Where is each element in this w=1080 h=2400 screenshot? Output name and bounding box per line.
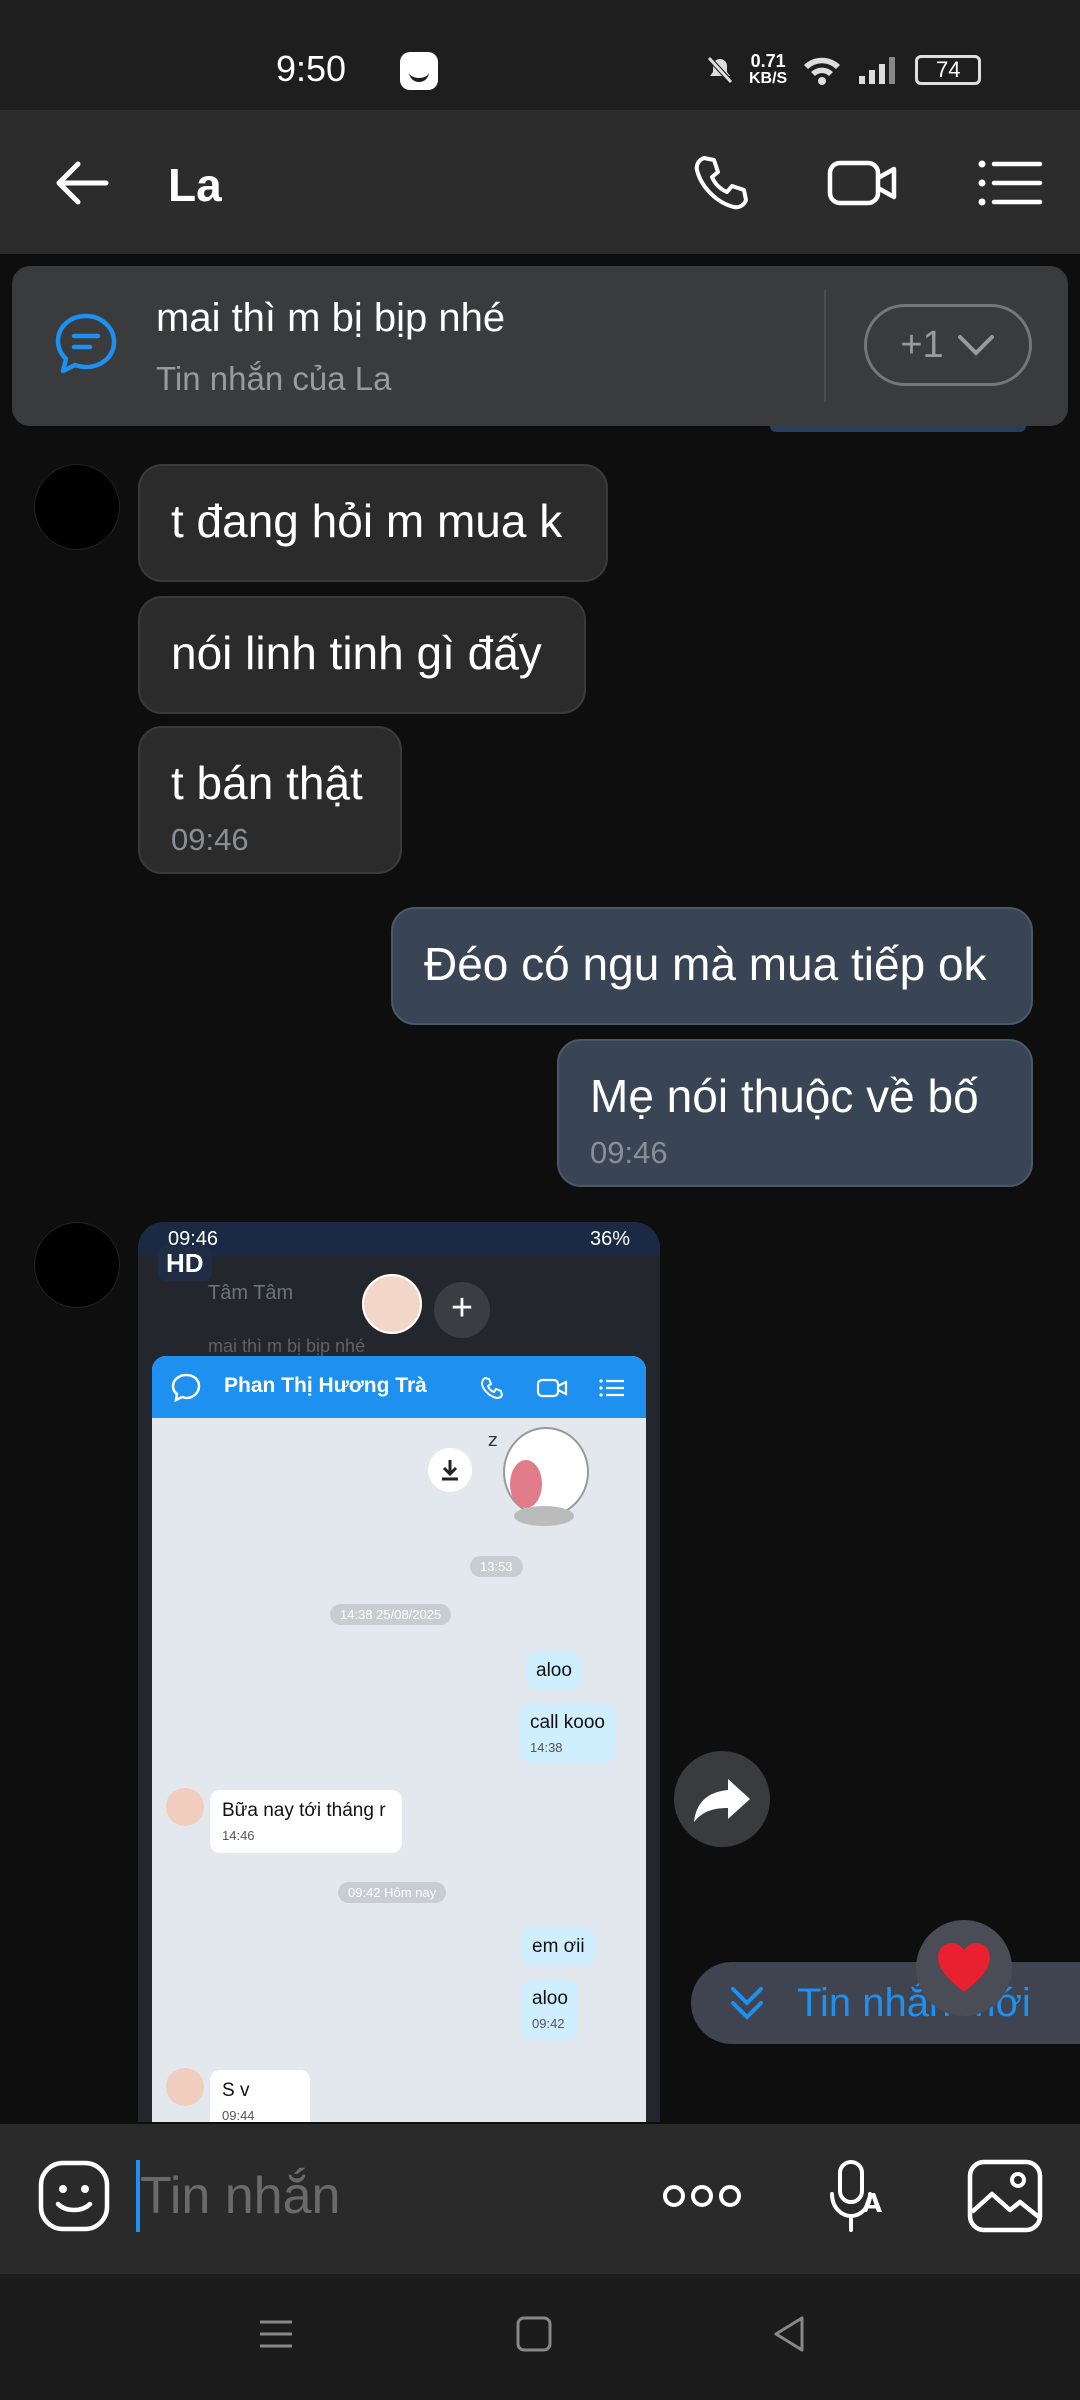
screenshot-incoming-message: Bữa nay tới tháng r 14:46	[210, 1790, 402, 1853]
message-text: t bán thật	[171, 757, 363, 809]
message-time: 09:46	[590, 1135, 668, 1170]
message-text: t đang hỏi m mua k	[171, 495, 563, 547]
screenshot-outgoing-message: call kooo 14:38	[520, 1704, 615, 1763]
avatar[interactable]	[34, 1222, 120, 1308]
pinned-message-sender: Tin nhắn của La	[156, 360, 392, 397]
pinned-message-text: mai thì m bị bịp nhé	[156, 296, 506, 340]
message-text: nói linh tinh gì đấy	[171, 627, 542, 679]
date-pill: 09:42 Hôm nay	[338, 1882, 447, 1903]
emoji-sticker-icon[interactable]	[36, 2158, 112, 2234]
chat-header: La	[0, 110, 1080, 254]
screenshot-status-bar: 09:46 36%	[138, 1222, 660, 1256]
wifi-icon	[804, 57, 841, 85]
hd-badge: HD	[158, 1246, 212, 1281]
recent-apps-icon[interactable]	[256, 2314, 296, 2354]
divider	[824, 290, 826, 402]
pinned-count: +1	[900, 323, 944, 366]
date-pill: 14:38 25/08/2025	[330, 1604, 452, 1625]
image-message[interactable]: 09:46 36% Tâm Tâm mai thì m bị bịp nhé HD…	[138, 1222, 660, 2122]
system-navigation-bar	[0, 2274, 1080, 2400]
screenshot-peek-title: Tâm Tâm	[208, 1282, 294, 1304]
pinned-more-button[interactable]: +1	[864, 304, 1032, 386]
screenshot-incoming-message: S v 09:44	[210, 2070, 310, 2122]
home-icon[interactable]	[514, 2314, 554, 2354]
menu-list-icon[interactable]	[972, 146, 1046, 220]
plus-icon: +	[434, 1282, 490, 1338]
pinned-message-banner[interactable]: mai thì m bị bịp nhé Tin nhắn của La +1	[12, 266, 1068, 426]
network-speed: 0.71 KB/S	[749, 51, 788, 87]
message-time: 09:46	[171, 822, 249, 857]
outgoing-message[interactable]: Đéo có ngu mà mua tiếp ok	[391, 907, 1033, 1025]
chat-bubble-icon	[171, 1373, 201, 1403]
timestamp-pill: 13:53	[470, 1556, 523, 1577]
more-options-icon[interactable]	[660, 2174, 744, 2218]
app-notification-icon	[400, 52, 438, 90]
outgoing-message[interactable]: Mẹ nói thuộc về bố 09:46	[557, 1039, 1033, 1187]
image-gallery-icon[interactable]	[966, 2158, 1044, 2234]
phone-icon[interactable]	[684, 146, 758, 220]
reaction-button[interactable]	[916, 1920, 1012, 2016]
status-bar: 9:50 0.71 KB/S 74	[0, 0, 1080, 110]
video-camera-icon[interactable]	[826, 146, 900, 220]
download-icon	[428, 1448, 472, 1492]
message-input-bar: Tin nhắn A	[0, 2124, 1080, 2274]
svg-text:z: z	[488, 1430, 497, 1451]
incoming-message[interactable]: t bán thật 09:46	[138, 726, 402, 874]
message-text: Mẹ nói thuộc về bố	[590, 1070, 979, 1122]
screenshot-outgoing-message: aloo 09:42	[522, 1980, 578, 2039]
menu-list-icon	[599, 1379, 624, 1397]
share-arrow-icon	[694, 1779, 750, 1822]
heart-icon	[938, 1943, 990, 1992]
back-icon[interactable]	[770, 2314, 810, 2354]
message-peek	[770, 426, 1026, 432]
screenshot-peek-pinned: mai thì m bị bịp nhé	[208, 1336, 366, 1356]
avatar[interactable]	[34, 464, 120, 550]
chat-head-avatar	[362, 1274, 422, 1334]
phone-icon	[480, 1376, 504, 1400]
avatar	[166, 2068, 204, 2106]
incoming-message[interactable]: t đang hỏi m mua k	[138, 464, 608, 582]
message-text: Đéo có ngu mà mua tiếp ok	[424, 938, 987, 990]
chevron-down-icon	[957, 335, 994, 356]
screenshot-chat-window: Phan Thị Hương Trà z 13:53 14:38 25/08/2…	[152, 1356, 646, 2122]
mute-icon	[707, 56, 733, 84]
signal-icon	[859, 57, 896, 84]
chat-bubble-icon	[55, 313, 117, 374]
incoming-message[interactable]: nói linh tinh gì đấy	[138, 596, 586, 714]
double-chevron-down-icon	[731, 1987, 763, 2020]
forward-button[interactable]	[674, 1751, 770, 1847]
status-time: 9:50	[276, 48, 347, 89]
message-input[interactable]: Tin nhắn	[140, 2166, 340, 2226]
status-indicators: 0.71 KB/S 74	[705, 48, 982, 92]
battery-indicator: 74	[915, 55, 982, 85]
avatar	[166, 1788, 204, 1826]
contact-name[interactable]: La	[168, 158, 222, 212]
sticker-image: z	[488, 1427, 589, 1526]
screenshot-contact-name: Phan Thị Hương Trà	[224, 1374, 427, 1397]
voice-to-text-icon[interactable]: A	[824, 2158, 888, 2238]
svg-text:A: A	[862, 2189, 882, 2219]
video-camera-icon	[536, 1378, 568, 1398]
screenshot-outgoing-message: aloo	[526, 1652, 582, 1690]
back-arrow-icon[interactable]	[44, 146, 118, 220]
screenshot-outgoing-message: em ơii	[522, 1928, 595, 1966]
new-messages-button[interactable]: Tin nhắn mới	[691, 1962, 1080, 2044]
